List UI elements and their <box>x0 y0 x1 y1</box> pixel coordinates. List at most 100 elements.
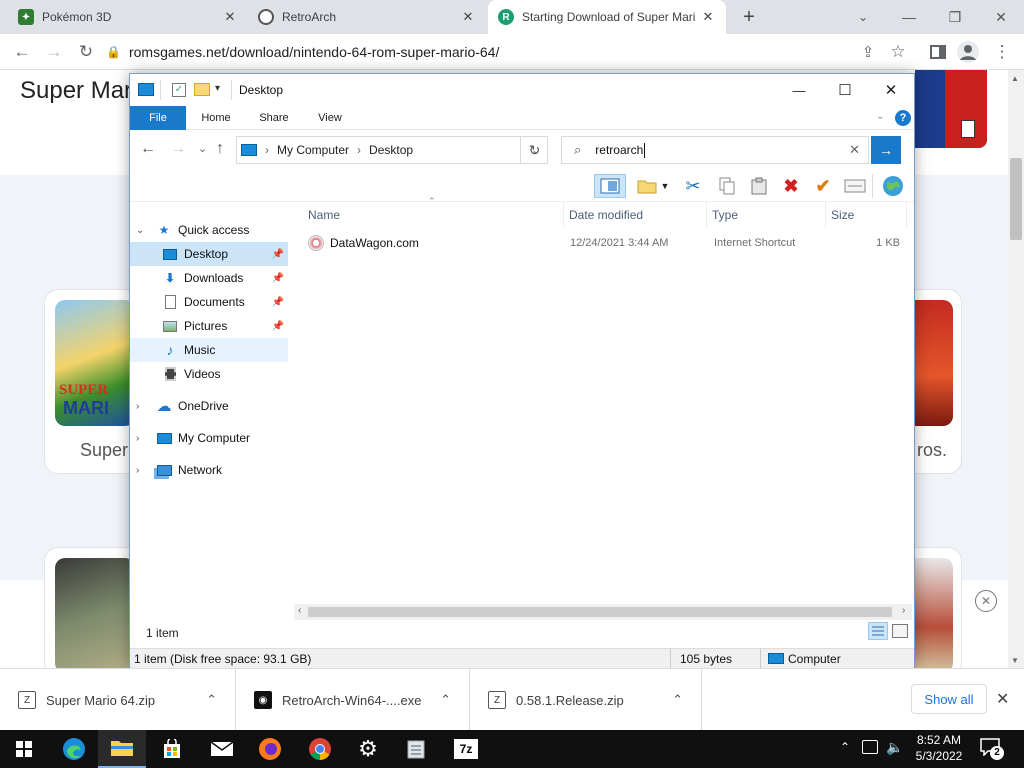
page-scrollbar-thumb[interactable] <box>1010 158 1022 240</box>
explorer-close-button[interactable]: ✕ <box>868 74 914 106</box>
nav-quick-access[interactable]: ⌄ ★ Quick access <box>130 218 288 242</box>
scroll-up-icon[interactable]: ▲ <box>1011 74 1019 83</box>
profile-avatar[interactable] <box>956 40 980 64</box>
tab-pokemon-3d[interactable]: ✦ Pokémon 3D ✕ <box>8 0 248 34</box>
system-clock[interactable]: 8:52 AM 5/3/2022 <box>912 732 966 764</box>
start-button[interactable] <box>0 730 48 768</box>
new-folder-icon[interactable] <box>194 83 210 96</box>
7zip-icon[interactable]: 7z <box>442 730 490 768</box>
file-row[interactable]: DataWagon.com 12/24/2021 3:44 AM Interne… <box>302 232 912 254</box>
download-options-chevron-icon[interactable]: ⌃ <box>672 692 683 708</box>
rename-check-icon[interactable]: ✔ <box>810 174 836 198</box>
game-cover-thumbnail[interactable] <box>915 70 987 148</box>
browser-restore-button[interactable]: ❐ <box>932 0 978 34</box>
clear-search-icon[interactable]: ✕ <box>849 142 860 158</box>
volume-icon[interactable]: 🔈 <box>886 739 903 756</box>
explorer-maximize-button[interactable]: ☐ <box>822 74 868 106</box>
quick-access-toolbar-dropdown-icon[interactable]: ▾ <box>215 83 220 94</box>
nav-item-pictures[interactable]: Pictures 📌 <box>130 314 288 338</box>
details-view-icon[interactable] <box>868 622 888 640</box>
close-downloads-bar-icon[interactable]: ✕ <box>996 689 1009 709</box>
search-go-button[interactable]: → <box>871 136 901 164</box>
tab-home[interactable]: Home <box>192 106 240 130</box>
show-hidden-icons-chevron[interactable]: ⌃ <box>840 740 850 754</box>
download-item-super-mario[interactable]: Z Super Mario 64.zip ⌃ <box>0 669 236 731</box>
refresh-icon[interactable]: ↻ <box>520 136 548 164</box>
download-options-chevron-icon[interactable]: ⌃ <box>440 692 451 708</box>
tab-search-icon[interactable]: ⌄ <box>840 0 886 34</box>
tab-file[interactable]: File <box>130 106 186 130</box>
horizontal-scrollbar[interactable]: ‹ › <box>294 604 912 620</box>
nav-network[interactable]: › Network <box>130 458 288 482</box>
tab-retroarch[interactable]: RetroArch ✕ <box>248 0 486 34</box>
firefox-icon[interactable] <box>246 730 294 768</box>
download-options-chevron-icon[interactable]: ⌃ <box>206 692 217 708</box>
recent-locations-icon[interactable]: ⌄ <box>198 142 207 155</box>
side-panel-icon[interactable] <box>926 40 950 64</box>
search-input[interactable]: retroarch <box>595 143 643 157</box>
back-icon[interactable]: ← <box>10 40 34 64</box>
browser-menu-icon[interactable]: ⋮ <box>990 40 1014 64</box>
collapsed-chevron-icon[interactable]: › <box>136 465 148 476</box>
notification-center-icon[interactable]: 2 <box>980 738 1004 760</box>
reload-icon[interactable]: ↻ <box>74 40 98 64</box>
network-status-icon[interactable] <box>862 740 878 754</box>
preview-pane-icon[interactable] <box>594 174 626 198</box>
expanded-chevron-icon[interactable]: ⌄ <box>136 225 148 236</box>
share-icon[interactable]: ⇪ <box>856 40 880 64</box>
explorer-minimize-button[interactable]: — <box>776 74 822 106</box>
address-bar[interactable]: 🔒 romsgames.net/download/nintendo-64-rom… <box>106 39 846 65</box>
address-breadcrumb[interactable]: › My Computer › Desktop ⌄ <box>236 136 548 164</box>
forward-icon[interactable]: → <box>42 40 66 64</box>
tab-view[interactable]: View <box>306 106 354 130</box>
collapsed-chevron-icon[interactable]: › <box>136 401 148 412</box>
tab-close-icon[interactable]: ✕ <box>460 9 476 25</box>
show-all-button[interactable]: Show all <box>911 684 987 714</box>
pin-icon[interactable]: 📌 <box>272 273 284 284</box>
globe-icon[interactable] <box>880 174 906 198</box>
collapsed-chevron-icon[interactable]: › <box>136 433 148 444</box>
up-icon[interactable]: ↑ <box>216 140 224 158</box>
nav-onedrive[interactable]: › ☁ OneDrive <box>130 394 288 418</box>
store-icon[interactable] <box>148 730 196 768</box>
new-folder-dropdown-icon[interactable]: ▼ <box>658 174 672 198</box>
expand-ribbon-icon[interactable]: ⌄ <box>876 111 884 122</box>
cut-icon[interactable]: ✂ <box>680 174 706 198</box>
scroll-down-icon[interactable]: ▼ <box>1011 656 1019 665</box>
tab-close-icon[interactable]: ✕ <box>700 9 716 25</box>
horizontal-scrollbar-thumb[interactable] <box>308 607 892 617</box>
copy-icon[interactable] <box>714 174 740 198</box>
browser-close-button[interactable]: ✕ <box>978 0 1024 34</box>
scroll-right-icon[interactable]: › <box>902 605 905 616</box>
nav-item-music[interactable]: ♪ Music <box>130 338 288 362</box>
properties-icon[interactable] <box>842 174 868 198</box>
download-item-release-zip[interactable]: Z 0.58.1.Release.zip ⌃ <box>470 669 702 731</box>
breadcrumb-desktop[interactable]: Desktop <box>369 143 413 157</box>
column-header-size[interactable]: Size <box>827 202 907 228</box>
close-ad-icon[interactable]: ✕ <box>975 590 997 612</box>
tab-close-icon[interactable]: ✕ <box>222 9 238 25</box>
column-header-name[interactable]: Name <box>304 202 564 228</box>
large-icons-view-icon[interactable] <box>892 624 908 638</box>
browser-minimize-button[interactable]: — <box>886 0 932 34</box>
tab-starting-download[interactable]: R Starting Download of Super Mari ✕ <box>488 0 726 34</box>
explorer-forward-icon[interactable]: → <box>170 140 186 158</box>
nav-item-documents[interactable]: Documents 📌 <box>130 290 288 314</box>
new-tab-button[interactable]: + <box>736 4 762 30</box>
properties-checkbox-icon[interactable]: ✓ <box>172 83 186 97</box>
file-explorer-taskbar-icon[interactable] <box>98 730 146 768</box>
scroll-left-icon[interactable]: ‹ <box>298 605 301 616</box>
pin-icon[interactable]: 📌 <box>272 297 284 308</box>
settings-gear-icon[interactable]: ⚙ <box>344 730 392 768</box>
search-box[interactable]: ⌕ retroarch ✕ <box>561 136 869 164</box>
bookmark-star-icon[interactable]: ☆ <box>886 40 910 64</box>
download-item-retroarch[interactable]: ◉ RetroArch-Win64-....exe ⌃ <box>236 669 470 731</box>
paste-icon[interactable] <box>746 174 772 198</box>
mail-icon[interactable] <box>198 730 246 768</box>
edge-icon[interactable] <box>50 730 98 768</box>
notepad-icon[interactable] <box>392 730 440 768</box>
nav-item-videos[interactable]: Videos <box>130 362 288 386</box>
chrome-icon[interactable] <box>296 730 344 768</box>
nav-item-desktop[interactable]: Desktop 📌 <box>130 242 288 266</box>
breadcrumb-my-computer[interactable]: My Computer <box>277 143 349 157</box>
